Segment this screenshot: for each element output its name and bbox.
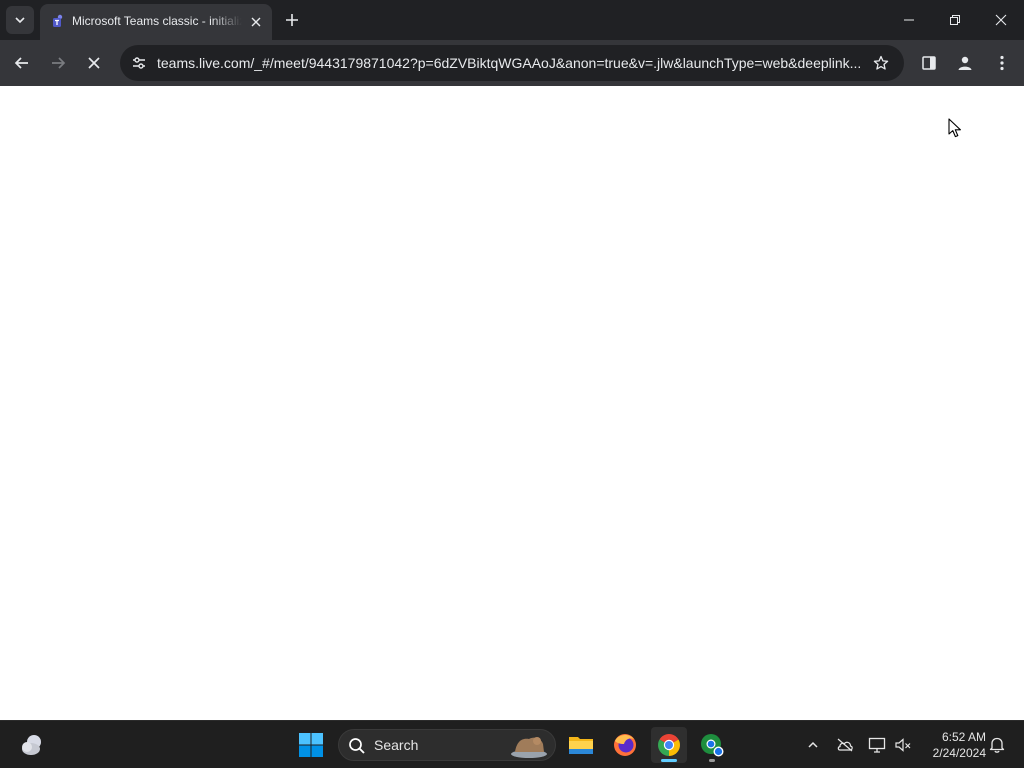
browser-menu-button[interactable]	[986, 47, 1018, 79]
speaker-muted-icon	[895, 738, 911, 752]
close-icon	[88, 57, 100, 69]
side-panel-button[interactable]	[913, 47, 945, 79]
bell-icon	[989, 737, 1005, 753]
chrome-icon	[658, 734, 680, 756]
running-app-indicator	[709, 759, 715, 762]
forward-button[interactable]	[42, 47, 74, 79]
new-tab-button[interactable]	[280, 8, 304, 32]
system-clock[interactable]: 6:52 AM 2/24/2024	[920, 729, 986, 761]
browser-tab[interactable]: Microsoft Teams classic - initializing	[40, 4, 272, 40]
active-app-indicator	[661, 759, 677, 762]
folder-icon	[569, 737, 593, 754]
star-icon	[873, 55, 889, 70]
address-bar[interactable]: teams.live.com/_#/meet/9443179871042?p=6…	[120, 45, 904, 81]
monitor-network-icon	[868, 737, 886, 753]
bookmark-button[interactable]	[868, 50, 894, 76]
page-content	[0, 86, 1024, 720]
tab-close-button[interactable]	[246, 12, 266, 32]
taskbar-file-explorer[interactable]	[563, 727, 599, 763]
profile-button[interactable]	[949, 47, 981, 79]
tune-icon	[133, 57, 145, 69]
taskbar-chrome-beta[interactable]	[694, 727, 730, 763]
taskbar-search-box[interactable]: Search	[338, 729, 556, 761]
cloud-offline-icon	[837, 738, 853, 752]
tab-title: Microsoft Teams classic - initializing	[72, 14, 242, 28]
firefox-icon	[614, 734, 636, 756]
search-icon	[349, 738, 365, 754]
close-icon	[251, 17, 261, 27]
browser-toolbar: teams.live.com/_#/meet/9443179871042?p=6…	[0, 40, 1024, 86]
site-info-button[interactable]	[126, 50, 152, 76]
chevron-up-icon	[808, 741, 818, 748]
tab-strip: Microsoft Teams classic - initializing	[0, 0, 1024, 40]
restore-icon	[950, 15, 960, 25]
arrow-left-icon	[14, 57, 28, 69]
back-button[interactable]	[6, 47, 38, 79]
taskbar-search-label: Search	[374, 737, 419, 753]
plus-icon	[286, 14, 298, 26]
clock-date: 2/24/2024	[932, 746, 986, 760]
show-hidden-icons-button[interactable]	[801, 733, 825, 757]
chevron-down-icon	[15, 17, 25, 24]
screen: Microsoft Teams classic - initializing	[0, 0, 1024, 768]
minimize-button[interactable]	[886, 0, 932, 40]
close-window-button[interactable]	[978, 0, 1024, 40]
start-button[interactable]	[298, 732, 326, 758]
taskbar: Search 6:52 AM 2/24/2024	[0, 720, 1024, 768]
teams-icon	[53, 14, 63, 27]
arrow-right-icon	[52, 57, 66, 69]
close-icon	[995, 14, 1007, 26]
stop-loading-button[interactable]	[78, 47, 110, 79]
taskbar-firefox[interactable]	[607, 727, 643, 763]
notifications-button[interactable]	[986, 733, 1008, 757]
restore-button[interactable]	[932, 0, 978, 40]
url-text[interactable]: teams.live.com/_#/meet/9443179871042?p=6…	[157, 55, 867, 71]
person-icon	[958, 56, 972, 70]
minimize-icon	[904, 19, 914, 21]
volume-tray-icon[interactable]	[891, 733, 915, 757]
tab-search-button[interactable]	[6, 6, 34, 34]
chrome-beta-icon	[701, 734, 724, 757]
search-highlight-image	[511, 737, 547, 758]
weather-widget[interactable]	[18, 731, 46, 759]
cloud-moon-icon	[22, 735, 41, 755]
more-vertical-icon	[1000, 55, 1004, 71]
network-tray-icon[interactable]	[865, 733, 889, 757]
onedrive-tray-icon[interactable]	[833, 733, 857, 757]
mouse-cursor-icon	[948, 118, 961, 138]
side-panel-icon	[922, 56, 936, 70]
windows-logo-icon	[299, 733, 323, 757]
taskbar-chrome[interactable]	[651, 727, 687, 763]
clock-time: 6:52 AM	[941, 730, 986, 744]
